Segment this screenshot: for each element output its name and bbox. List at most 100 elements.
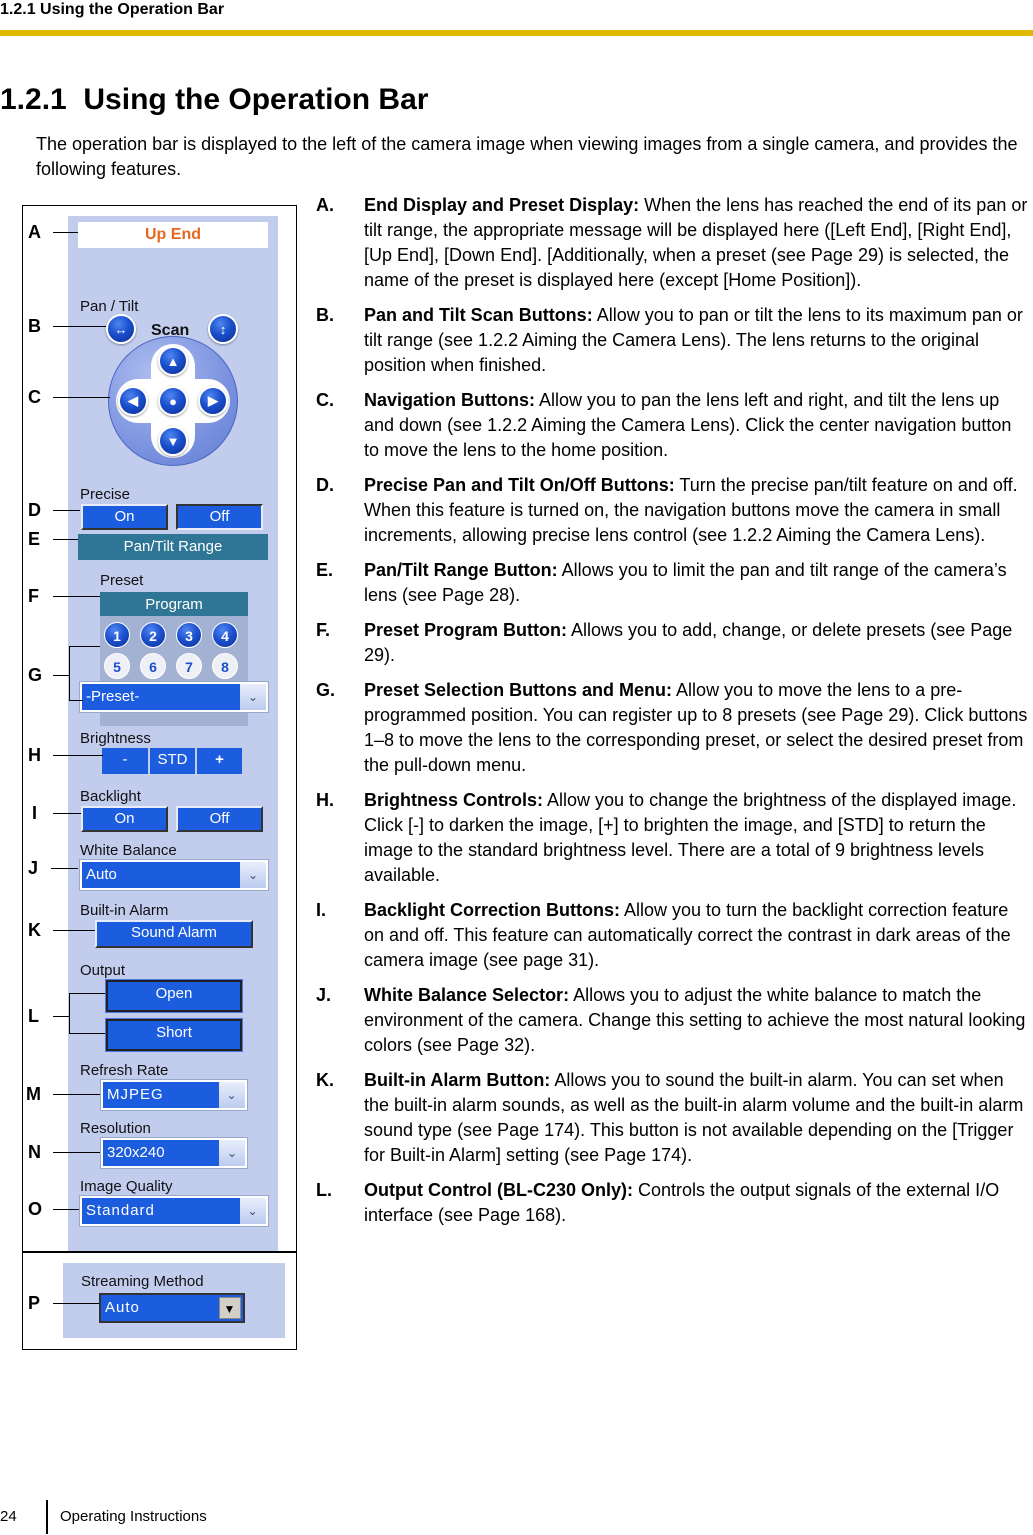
brightness-std-button[interactable]: STD: [150, 748, 195, 774]
streaming-method-label: Streaming Method: [81, 1273, 204, 1290]
callout-h: H: [28, 745, 41, 765]
callout-i: I: [32, 803, 38, 823]
feature-description: J. White Balance Selector: Allows you to …: [316, 983, 1031, 1058]
leader-line: [69, 993, 105, 995]
precise-label: Precise: [80, 486, 131, 503]
leader-line: [53, 1209, 79, 1211]
brightness-minus-button[interactable]: -: [102, 748, 148, 774]
preset-button-2[interactable]: 2: [140, 622, 166, 648]
precise-off-button[interactable]: Off: [176, 504, 263, 530]
leader-line: [53, 813, 81, 815]
up-arrow-icon: ▲: [166, 353, 180, 369]
leader-line: [53, 596, 100, 598]
leader-line: [53, 930, 95, 932]
backlight-label: Backlight: [80, 788, 141, 805]
backlight-on-button[interactable]: On: [81, 806, 168, 832]
description-title: End Display and Preset Display:: [364, 195, 640, 215]
description-title: Backlight Correction Buttons:: [364, 900, 621, 920]
callout-c: C: [28, 387, 41, 407]
image-quality-select[interactable]: Standard ⌄: [79, 1195, 269, 1227]
pan-scan-button[interactable]: ↔: [106, 314, 136, 344]
nav-up-button[interactable]: ▲: [158, 346, 188, 376]
preset-select[interactable]: -Preset- ⌄: [79, 681, 269, 713]
leader-line: [69, 700, 83, 702]
preset-select-value: -Preset-: [86, 688, 140, 705]
description-body: Brightness Controls: Allow you to change…: [364, 788, 1031, 888]
down-arrow-icon: ▼: [166, 433, 180, 449]
preset-button-5[interactable]: 5: [104, 653, 130, 679]
built-in-alarm-label: Built-in Alarm: [80, 902, 169, 919]
vertical-arrows-icon: ↕: [219, 321, 227, 337]
tilt-scan-button[interactable]: ↕: [208, 314, 238, 344]
page-number: 24: [0, 1508, 17, 1525]
nav-down-button[interactable]: ▼: [158, 426, 188, 456]
white-balance-select[interactable]: Auto ⌄: [79, 859, 269, 891]
callout-f: F: [28, 586, 39, 606]
footer-text: Operating Instructions: [60, 1508, 207, 1525]
chevron-down-icon: ⌄: [240, 684, 266, 710]
leader-bracket: [69, 646, 71, 700]
description-title: White Balance Selector:: [364, 985, 570, 1005]
precise-on-button[interactable]: On: [81, 504, 168, 530]
chevron-down-icon: ⌄: [240, 1198, 266, 1224]
description-letter: F.: [316, 620, 331, 640]
preset-button-7[interactable]: 7: [176, 653, 202, 679]
feature-description: H. Brightness Controls: Allow you to chan…: [316, 788, 1031, 888]
preset-button-1[interactable]: 1: [104, 622, 130, 648]
brightness-label: Brightness: [80, 730, 151, 747]
preset-program-button[interactable]: Program: [100, 592, 248, 618]
callout-n: N: [28, 1142, 41, 1162]
callout-j: J: [28, 858, 39, 878]
preset-label: Preset: [100, 572, 144, 589]
description-title: Navigation Buttons:: [364, 390, 535, 410]
chevron-down-icon: ⌄: [219, 1140, 245, 1166]
figure-divider: [23, 1251, 296, 1253]
callout-o: O: [28, 1199, 43, 1219]
preset-button-4[interactable]: 4: [212, 622, 238, 648]
preset-button-8[interactable]: 8: [212, 653, 238, 679]
description-letter: C.: [316, 390, 334, 410]
callout-k: K: [28, 920, 41, 940]
description-body: Output Control (BL-C230 Only): Controls …: [364, 1178, 1031, 1228]
feature-description-list: A. End Display and Preset Display: When t…: [316, 193, 1031, 1238]
callout-e: E: [28, 529, 41, 549]
leader-line: [69, 646, 100, 648]
leader-line: [53, 1303, 99, 1305]
brightness-plus-button[interactable]: +: [197, 748, 242, 774]
nav-home-button[interactable]: ●: [158, 386, 188, 416]
feature-description: L. Output Control (BL-C230 Only): Control…: [316, 1178, 1031, 1228]
backlight-off-button[interactable]: Off: [176, 806, 263, 832]
output-open-button[interactable]: Open: [105, 979, 243, 1013]
output-short-button[interactable]: Short: [105, 1018, 243, 1052]
leader-line: [53, 397, 110, 399]
feature-description: B. Pan and Tilt Scan Buttons: Allow you t…: [316, 303, 1031, 378]
resolution-select[interactable]: 320x240 ⌄: [100, 1137, 248, 1169]
description-letter: K.: [316, 1070, 334, 1090]
description-letter: I.: [316, 900, 327, 920]
nav-left-button[interactable]: ◀: [118, 386, 148, 416]
page-title: 1.2.1 Using the Operation Bar: [0, 83, 429, 116]
horizontal-arrows-icon: ↔: [114, 321, 128, 337]
description-letter: J.: [316, 985, 332, 1005]
description-letter: D.: [316, 475, 334, 495]
nav-right-button[interactable]: ▶: [198, 386, 228, 416]
white-balance-value: Auto: [86, 866, 117, 883]
preset-button-3[interactable]: 3: [176, 622, 202, 648]
operation-bar-panel: Up End Pan / Tilt ↔ Scan ↕ ▲ ● ▼ ◀ ▶ Pre…: [68, 216, 278, 1251]
leader-line: [53, 232, 78, 234]
description-letter: B.: [316, 305, 334, 325]
description-title: Output Control (BL-C230 Only):: [364, 1180, 633, 1200]
resolution-label: Resolution: [80, 1120, 151, 1137]
sound-alarm-button[interactable]: Sound Alarm: [95, 920, 253, 948]
pan-tilt-range-button[interactable]: Pan/Tilt Range: [78, 534, 268, 560]
description-body: Backlight Correction Buttons: Allow you …: [364, 898, 1031, 973]
footer-divider: [46, 1500, 48, 1534]
refresh-rate-select[interactable]: MJPEG ⌄: [100, 1079, 248, 1111]
leader-line: [53, 675, 69, 677]
streaming-method-select[interactable]: Auto ▼: [99, 1293, 245, 1323]
description-body: White Balance Selector: Allows you to ad…: [364, 983, 1031, 1058]
preset-button-6[interactable]: 6: [140, 653, 166, 679]
description-body: Pan/Tilt Range Button: Allows you to lim…: [364, 558, 1031, 608]
description-title: Precise Pan and Tilt On/Off Buttons:: [364, 475, 675, 495]
description-letter: H.: [316, 790, 334, 810]
